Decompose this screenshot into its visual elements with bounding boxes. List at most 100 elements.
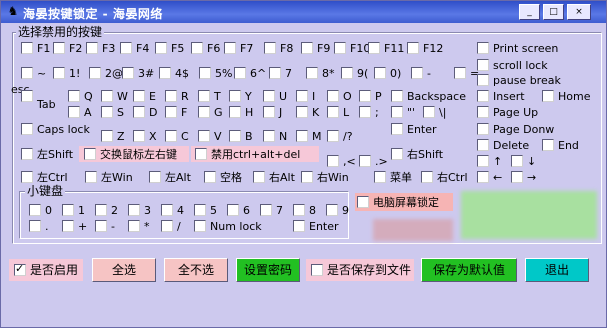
key-z-0-checkbox[interactable] bbox=[101, 130, 113, 142]
minimize-button[interactable]: _ bbox=[519, 4, 540, 20]
key-a-10-checkbox[interactable] bbox=[391, 106, 403, 118]
key-f8-checkbox[interactable] bbox=[264, 42, 276, 54]
key-page-down-checkbox[interactable] bbox=[477, 123, 489, 135]
key-num-7-checkbox[interactable] bbox=[269, 67, 281, 79]
key-a-6-checkbox[interactable] bbox=[263, 106, 275, 118]
key-a-8-checkbox[interactable] bbox=[327, 106, 339, 118]
enable-checkbox[interactable] bbox=[14, 262, 26, 276]
key-left-win-checkbox[interactable] bbox=[85, 171, 97, 183]
key-z-6-checkbox[interactable] bbox=[296, 130, 308, 142]
disable-cad-checkbox[interactable] bbox=[195, 148, 207, 160]
numpad-numlock-checkbox[interactable] bbox=[194, 220, 206, 232]
key-a-0-checkbox[interactable] bbox=[68, 106, 80, 118]
exit-button[interactable]: 退出 bbox=[525, 258, 589, 282]
key-a-4-checkbox[interactable] bbox=[198, 106, 210, 118]
select-all-button[interactable]: 全选 bbox=[92, 258, 156, 282]
key-num-11-checkbox[interactable] bbox=[411, 67, 423, 79]
key-q-4-checkbox[interactable] bbox=[198, 90, 210, 102]
key-page-up-checkbox[interactable] bbox=[477, 106, 489, 118]
numpad-minus-checkbox[interactable] bbox=[95, 220, 107, 232]
key-left-alt-checkbox[interactable] bbox=[149, 171, 161, 183]
key-q-5-checkbox[interactable] bbox=[229, 90, 241, 102]
key-z-7-checkbox[interactable] bbox=[327, 130, 339, 142]
key-a-2-checkbox[interactable] bbox=[133, 106, 145, 118]
key-comma-checkbox[interactable] bbox=[327, 155, 339, 167]
numpad-5-checkbox[interactable] bbox=[194, 204, 206, 216]
key-caps-lock-checkbox[interactable] bbox=[21, 123, 33, 135]
key-z-2-checkbox[interactable] bbox=[165, 130, 177, 142]
numpad-plus-checkbox[interactable] bbox=[62, 220, 74, 232]
key-right-ctrl-checkbox[interactable] bbox=[421, 171, 433, 183]
numpad-4-checkbox[interactable] bbox=[161, 204, 173, 216]
key-num-2-checkbox[interactable] bbox=[89, 67, 101, 79]
key-right-shift-checkbox[interactable] bbox=[391, 148, 403, 160]
key-period-checkbox[interactable] bbox=[359, 155, 371, 167]
key-a-11-checkbox[interactable] bbox=[423, 106, 435, 118]
key-f10-checkbox[interactable] bbox=[334, 42, 346, 54]
key-z-4-checkbox[interactable] bbox=[229, 130, 241, 142]
key-end-checkbox[interactable] bbox=[542, 139, 554, 151]
key-f5-checkbox[interactable] bbox=[155, 42, 167, 54]
key-f4-checkbox[interactable] bbox=[120, 42, 132, 54]
key-z-1-checkbox[interactable] bbox=[133, 130, 145, 142]
numpad-2-checkbox[interactable] bbox=[95, 204, 107, 216]
key-num-0-checkbox[interactable] bbox=[21, 67, 33, 79]
key-left-shift-checkbox[interactable] bbox=[21, 148, 33, 160]
key-a-3-checkbox[interactable] bbox=[165, 106, 177, 118]
save-file-checkbox[interactable] bbox=[311, 264, 323, 276]
key-q-0-checkbox[interactable] bbox=[68, 90, 80, 102]
lock-screen-checkbox[interactable] bbox=[357, 196, 369, 208]
key-a-5-checkbox[interactable] bbox=[229, 106, 241, 118]
key-right-checkbox[interactable] bbox=[511, 171, 523, 183]
key-num-4-checkbox[interactable] bbox=[159, 67, 171, 79]
key-equals-checkbox[interactable] bbox=[454, 67, 466, 79]
key-right-alt-checkbox[interactable] bbox=[253, 171, 265, 183]
key-q-2-checkbox[interactable] bbox=[133, 90, 145, 102]
maximize-button[interactable]: □ bbox=[543, 4, 564, 20]
key-enter-checkbox[interactable] bbox=[391, 123, 403, 135]
key-f7-checkbox[interactable] bbox=[224, 42, 236, 54]
key-home-checkbox[interactable] bbox=[542, 90, 554, 102]
key-a-1-checkbox[interactable] bbox=[101, 106, 113, 118]
numpad-9-checkbox[interactable] bbox=[326, 204, 338, 216]
key-f1-checkbox[interactable] bbox=[21, 42, 33, 54]
key-menu-checkbox[interactable] bbox=[374, 171, 386, 183]
key-q-1-checkbox[interactable] bbox=[101, 90, 113, 102]
key-q-9-checkbox[interactable] bbox=[359, 90, 371, 102]
set-password-button[interactable]: 设置密码 bbox=[236, 258, 300, 282]
key-num-6-checkbox[interactable] bbox=[234, 67, 246, 79]
key-z-3-checkbox[interactable] bbox=[198, 130, 210, 142]
close-button[interactable]: × bbox=[567, 4, 591, 20]
swap-mouse-checkbox[interactable] bbox=[84, 148, 96, 160]
key-q-7-checkbox[interactable] bbox=[296, 90, 308, 102]
numpad-enter-checkbox[interactable] bbox=[293, 220, 305, 232]
key-f2-checkbox[interactable] bbox=[53, 42, 65, 54]
key-right-win-checkbox[interactable] bbox=[301, 171, 313, 183]
key-f11-checkbox[interactable] bbox=[368, 42, 380, 54]
key-num-8-checkbox[interactable] bbox=[306, 67, 318, 79]
key-pause-break-checkbox[interactable] bbox=[477, 74, 489, 86]
numpad-divide-checkbox[interactable] bbox=[161, 220, 173, 232]
key-left-ctrl-checkbox[interactable] bbox=[21, 171, 33, 183]
key-left-checkbox[interactable] bbox=[477, 171, 489, 183]
key-insert-checkbox[interactable] bbox=[477, 90, 489, 102]
key-f12-checkbox[interactable] bbox=[407, 42, 419, 54]
key-f9-checkbox[interactable] bbox=[301, 42, 313, 54]
key-tab-checkbox[interactable] bbox=[21, 90, 33, 102]
save-default-button[interactable]: 保存为默认值 bbox=[421, 258, 517, 282]
key-num-3-checkbox[interactable] bbox=[122, 67, 134, 79]
numpad-6-checkbox[interactable] bbox=[227, 204, 239, 216]
key-num-5-checkbox[interactable] bbox=[199, 67, 211, 79]
key-q-6-checkbox[interactable] bbox=[263, 90, 275, 102]
key-a-9-checkbox[interactable] bbox=[359, 106, 371, 118]
key-q-3-checkbox[interactable] bbox=[165, 90, 177, 102]
key-q-8-checkbox[interactable] bbox=[327, 90, 339, 102]
key-num-1-checkbox[interactable] bbox=[53, 67, 65, 79]
key-scroll-lock-checkbox[interactable] bbox=[477, 59, 489, 71]
key-a-7-checkbox[interactable] bbox=[296, 106, 308, 118]
key-down-checkbox[interactable] bbox=[511, 155, 523, 167]
select-none-button[interactable]: 全不选 bbox=[164, 258, 228, 282]
key-space-checkbox[interactable] bbox=[204, 171, 216, 183]
numpad-1-checkbox[interactable] bbox=[62, 204, 74, 216]
key-up-checkbox[interactable] bbox=[477, 155, 489, 167]
